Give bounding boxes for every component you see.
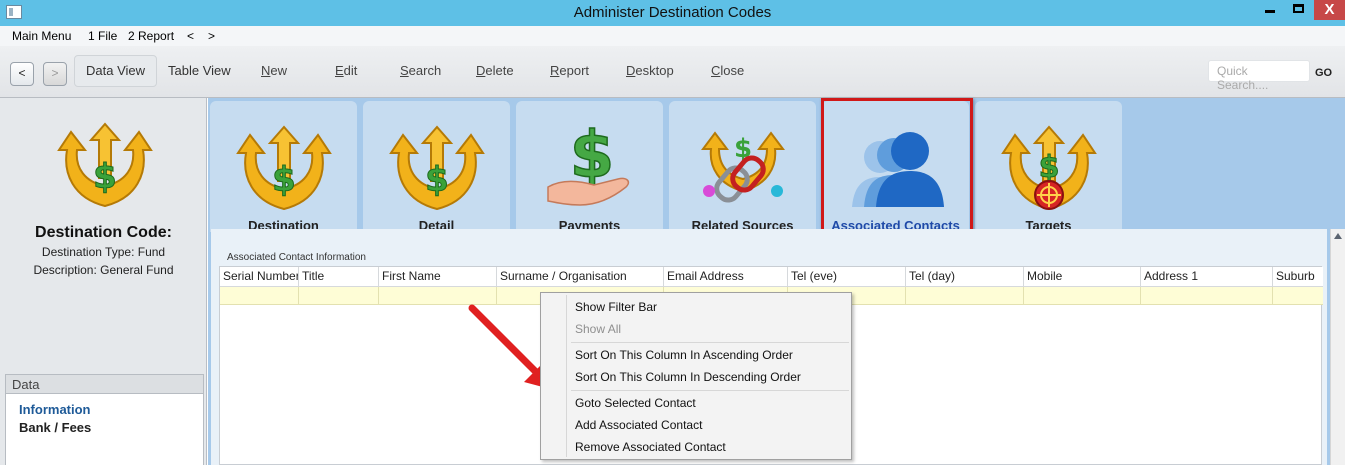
maximize-icon (1293, 4, 1304, 13)
menu-back-arrow[interactable]: < (187, 29, 194, 43)
edit-hotkey: E (335, 63, 344, 78)
chain-link-icon: $ (701, 131, 785, 203)
desktop-label: esktop (635, 63, 674, 78)
column-header-surname[interactable]: Surname / Organisation (497, 267, 664, 287)
title-bar: Administer Destination Codes X (0, 0, 1345, 26)
menu-forward-arrow[interactable]: > (208, 29, 215, 43)
svg-text:$: $ (93, 157, 117, 197)
close-label: lose (720, 63, 745, 78)
maximize-button[interactable] (1286, 0, 1312, 20)
toolbar: < > Data View Table View New Edit Search… (0, 46, 1345, 98)
column-header-email[interactable]: Email Address (664, 267, 788, 287)
column-header-address-1[interactable]: Address 1 (1141, 267, 1273, 287)
section-label: Associated Contact Information (227, 252, 366, 263)
menu-report[interactable]: 2 Report (128, 29, 174, 43)
active-tab-highlight (821, 98, 973, 236)
destination-code-title: Destination Code: (35, 224, 172, 241)
tab-targets[interactable]: $ Targets (975, 101, 1122, 233)
minimize-icon (1265, 10, 1275, 13)
data-section-header: Data (5, 374, 204, 394)
desktop-hotkey: D (626, 63, 636, 78)
column-header-tel-eve[interactable]: Tel (eve) (788, 267, 906, 287)
new-label: ew (270, 63, 288, 78)
menu-item-show-filter-bar[interactable]: Show Filter Bar (575, 300, 657, 314)
forward-button[interactable]: > (43, 62, 67, 86)
quick-search-input[interactable]: Quick Search.... (1208, 60, 1310, 92)
destination-type-text: Destination Type: Fund (41, 245, 166, 259)
search-label: earch (408, 63, 442, 78)
menu-separator (571, 342, 849, 343)
scroll-up-icon[interactable] (1334, 233, 1342, 239)
window-title: Administer Destination Codes (573, 4, 772, 21)
menu-separator (571, 390, 849, 391)
desktop-button[interactable]: Desktop (626, 63, 674, 78)
filter-cell[interactable] (299, 287, 379, 305)
nav-item-bank-fees[interactable]: Bank / Fees (19, 420, 91, 435)
menu-bar: Main Menu 1 File 2 Report < > (0, 26, 1345, 46)
close-window-button[interactable]: X (1314, 0, 1345, 20)
column-header-tel-day[interactable]: Tel (day) (906, 267, 1024, 287)
new-hotkey: N (261, 63, 271, 78)
menu-item-show-all: Show All (575, 322, 622, 336)
filter-cell[interactable] (220, 287, 299, 305)
hand-dollar-icon: $ (547, 121, 630, 206)
svg-text:$: $ (272, 160, 296, 200)
nav-item-information[interactable]: Information (19, 402, 91, 417)
column-header-suburb[interactable]: Suburb (1273, 267, 1323, 287)
table-view-button[interactable]: Table View (157, 55, 242, 87)
menu-item-sort-ascending[interactable]: Sort On This Column In Ascending Order (575, 348, 793, 362)
filter-cell[interactable] (1141, 287, 1273, 305)
vertical-scrollbar[interactable] (1330, 229, 1345, 465)
tab-related-sources[interactable]: $ Related Sources (669, 101, 816, 233)
menu-main-menu[interactable]: Main Menu (12, 29, 71, 43)
search-hotkey: S (400, 63, 409, 78)
column-header-title[interactable]: Title (299, 267, 379, 287)
money-arrows-icon: $ (236, 125, 332, 211)
close-hotkey: C (711, 63, 721, 78)
menu-file[interactable]: 1 File (88, 29, 117, 43)
menu-gutter (566, 295, 567, 457)
delete-hotkey: D (476, 63, 486, 78)
report-label: eport (559, 63, 590, 78)
tab-payments[interactable]: $ Payments (516, 101, 663, 233)
search-button[interactable]: Search (400, 63, 441, 78)
menu-item-goto-selected-contact[interactable]: Goto Selected Contact (575, 396, 696, 410)
delete-label: elete (485, 63, 514, 78)
column-header-first-name[interactable]: First Name (379, 267, 497, 287)
money-target-icon: $ (1001, 125, 1097, 211)
data-nav-list: Information Bank / Fees (5, 394, 204, 465)
report-hotkey: R (550, 63, 560, 78)
money-arrows-icon: $ (57, 122, 153, 208)
money-arrows-icon: $ (389, 125, 485, 211)
column-header-mobile[interactable]: Mobile (1024, 267, 1141, 287)
edit-label: dit (343, 63, 358, 78)
context-menu: Show Filter Bar Show All Sort On This Co… (540, 292, 852, 460)
data-view-button[interactable]: Data View (74, 55, 158, 87)
report-button[interactable]: Report (550, 63, 589, 78)
tab-detail[interactable]: $ Detail (363, 101, 510, 233)
menu-item-sort-descending[interactable]: Sort On This Column In Descending Order (575, 370, 801, 384)
menu-item-add-associated-contact[interactable]: Add Associated Contact (575, 418, 702, 432)
filter-cell[interactable] (906, 287, 1024, 305)
column-header-serial-number[interactable]: Serial Number (220, 267, 299, 287)
filter-cell[interactable] (1024, 287, 1141, 305)
svg-text:$: $ (1039, 150, 1060, 185)
minimize-button[interactable] (1257, 0, 1283, 20)
new-button[interactable]: New (261, 63, 287, 78)
description-text: Description: General Fund (33, 263, 174, 277)
tab-destination[interactable]: $ Destination (210, 101, 357, 233)
edit-button[interactable]: Edit (335, 63, 357, 78)
left-panel: $ Destination Code: Destination Type: Fu… (0, 98, 207, 465)
delete-button[interactable]: Delete (476, 63, 514, 78)
menu-item-remove-associated-contact[interactable]: Remove Associated Contact (575, 440, 726, 454)
svg-text:$: $ (425, 160, 449, 200)
back-button[interactable]: < (10, 62, 34, 86)
close-button[interactable]: Close (711, 63, 744, 78)
go-button[interactable]: GO (1310, 62, 1337, 84)
grid-header: Serial Number Title First Name Surname /… (220, 267, 1323, 287)
